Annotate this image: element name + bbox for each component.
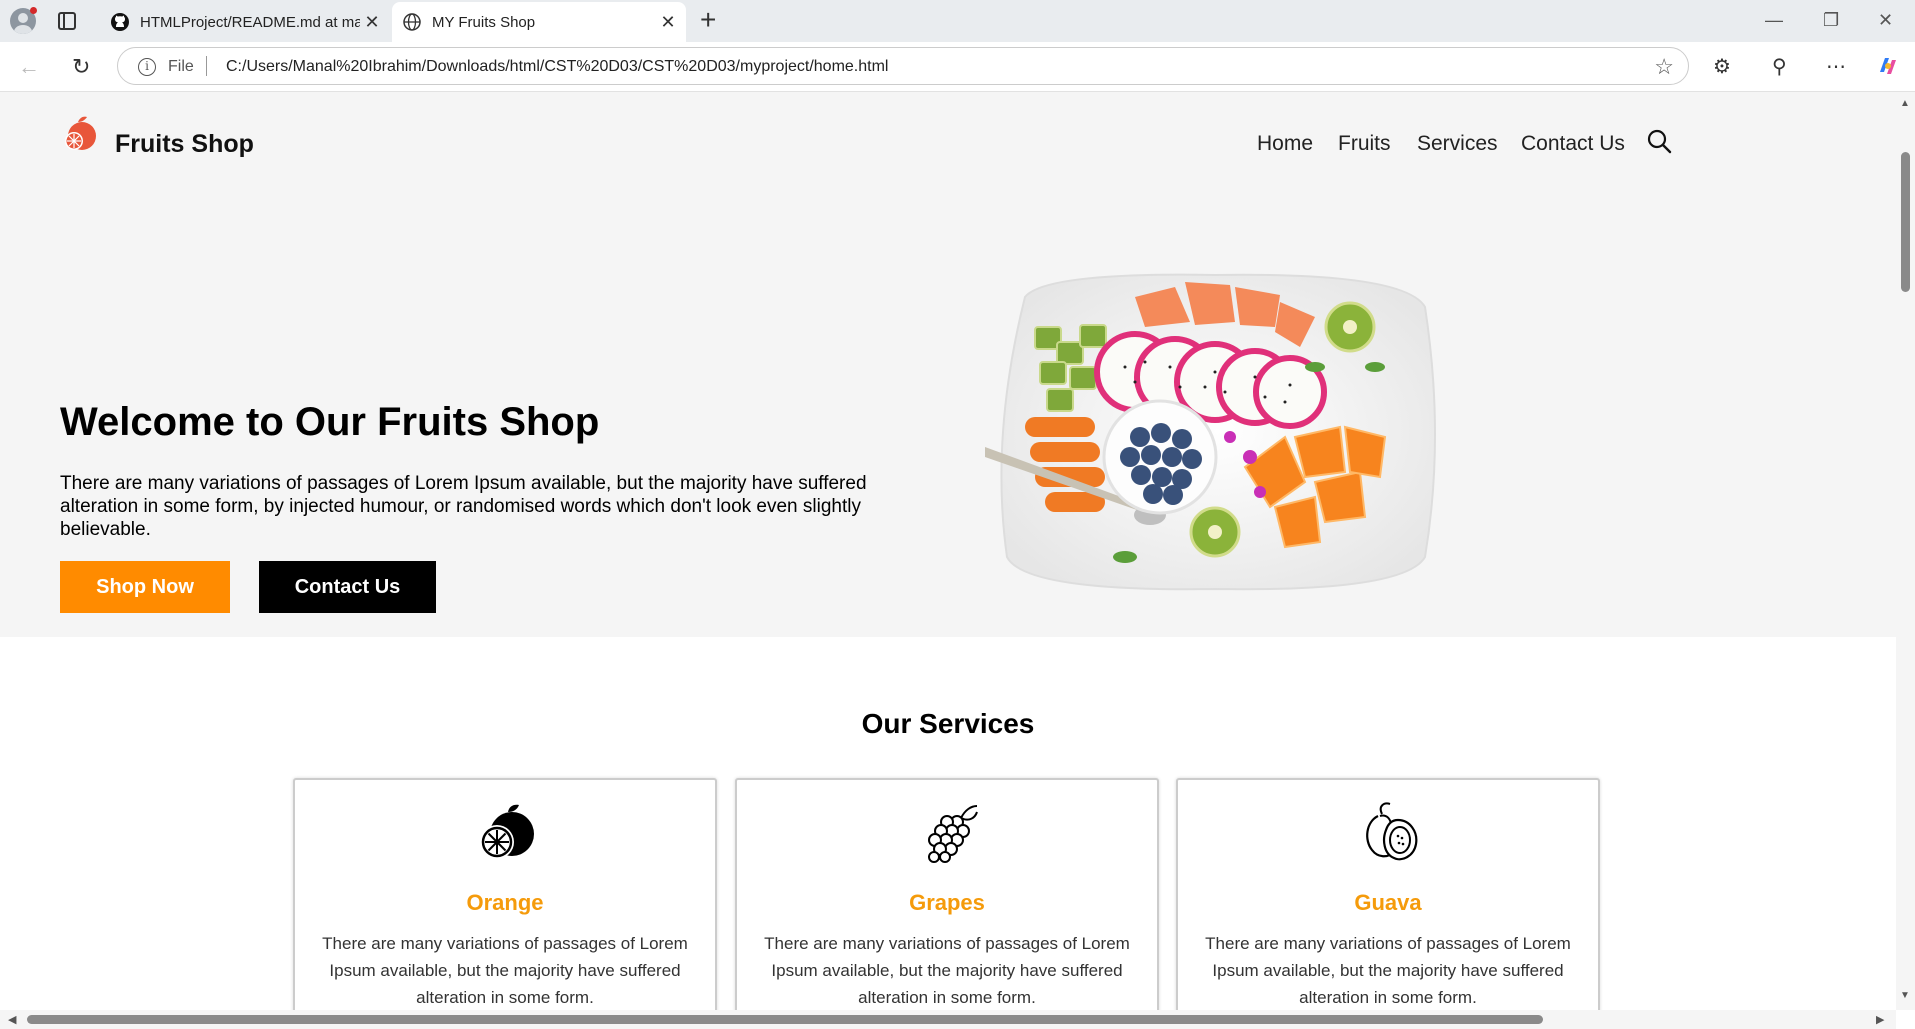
copilot-icon[interactable] xyxy=(1876,54,1900,84)
url-scheme: File xyxy=(168,58,194,75)
nav-link-contact[interactable]: Contact Us xyxy=(1521,132,1625,156)
tab-strip: HTMLProject/README.md at mai ✕ MY Fruits… xyxy=(0,0,1915,42)
tab-title: HTMLProject/README.md at mai xyxy=(140,13,360,31)
browser-toolbar: ← ↻ i File C:/Users/Manal%20Ibrahim/Down… xyxy=(0,42,1915,92)
brand-name[interactable]: Fruits Shop xyxy=(115,130,254,159)
address-bar[interactable]: i File C:/Users/Manal%20Ibrahim/Download… xyxy=(117,47,1689,85)
tab-github-readme[interactable]: HTMLProject/README.md at mai ✕ xyxy=(100,2,390,42)
contact-us-button[interactable]: Contact Us xyxy=(259,561,436,613)
minimize-icon[interactable]: — xyxy=(1765,10,1783,31)
divider xyxy=(206,56,207,76)
nav-link-home[interactable]: Home xyxy=(1257,132,1313,156)
scroll-right-icon[interactable]: ▶ xyxy=(1876,1013,1884,1026)
tab-fruits-shop[interactable]: MY Fruits Shop ✕ xyxy=(392,2,686,42)
page-viewport: Fruits Shop Home Fruits Services Contact… xyxy=(0,92,1896,1010)
globe-icon xyxy=(403,13,421,31)
notification-dot xyxy=(30,7,37,14)
card-title: Grapes xyxy=(909,890,985,915)
hero-description: There are many variations of passages of… xyxy=(60,473,867,540)
card-description: There are many variations of passages of… xyxy=(322,934,688,1007)
hero-title: Welcome to Our Fruits Shop xyxy=(60,400,600,444)
nav-link-fruits[interactable]: Fruits xyxy=(1338,132,1391,156)
service-card-grapes[interactable]: Grapes There are many variations of pass… xyxy=(735,778,1159,1010)
grapes-icon xyxy=(928,805,978,863)
search-icon[interactable] xyxy=(1646,128,1672,154)
restore-icon[interactable]: ❐ xyxy=(1823,10,1839,31)
tab-title: MY Fruits Shop xyxy=(432,13,536,31)
scroll-down-icon[interactable]: ▼ xyxy=(1900,990,1910,1001)
scroll-left-icon[interactable]: ◀ xyxy=(8,1013,16,1026)
horizontal-scroll-thumb[interactable] xyxy=(27,1015,1543,1024)
service-card-guava[interactable]: Guava There are many variations of passa… xyxy=(1176,778,1600,1010)
collections-icon[interactable]: ⚲ xyxy=(1772,54,1787,79)
hero-section: Fruits Shop Home Fruits Services Contact… xyxy=(0,92,1896,637)
back-icon[interactable]: ← xyxy=(18,54,40,80)
scroll-up-icon[interactable]: ▲ xyxy=(1900,98,1910,109)
favorite-star-icon[interactable]: ☆ xyxy=(1654,54,1674,80)
card-description: There are many variations of passages of… xyxy=(764,934,1130,1007)
guava-icon xyxy=(1366,802,1418,861)
vertical-scroll-thumb[interactable] xyxy=(1901,152,1910,292)
service-card-orange[interactable]: Orange There are many variations of pass… xyxy=(293,778,717,1010)
card-title: Guava xyxy=(1354,890,1422,915)
fruit-plate-image xyxy=(985,273,1436,591)
card-title: Orange xyxy=(466,890,544,915)
info-icon[interactable]: i xyxy=(138,58,156,76)
services-heading: Our Services xyxy=(861,708,1035,739)
new-tab-icon[interactable]: + xyxy=(700,6,716,34)
horizontal-scrollbar[interactable]: ◀ ▶ xyxy=(0,1010,1896,1029)
close-window-icon[interactable]: ✕ xyxy=(1878,10,1893,31)
orange-icon xyxy=(480,804,534,859)
url-text[interactable]: C:/Users/Manal%20Ibrahim/Downloads/html/… xyxy=(226,58,888,76)
shop-now-button[interactable]: Shop Now xyxy=(60,561,230,613)
github-icon xyxy=(111,13,129,31)
fruit-logo-icon[interactable] xyxy=(60,114,100,154)
extensions-icon[interactable]: ⚙ xyxy=(1713,54,1731,79)
vertical-scrollbar[interactable]: ▲ ▼ xyxy=(1896,92,1915,1010)
card-description: There are many variations of passages of… xyxy=(1205,934,1571,1007)
nav-link-services[interactable]: Services xyxy=(1417,132,1498,156)
reload-icon[interactable]: ↻ xyxy=(72,54,90,80)
vertical-tabs-icon[interactable] xyxy=(58,12,76,30)
close-tab-icon[interactable]: ✕ xyxy=(656,12,680,33)
more-options-icon[interactable]: ⋯ xyxy=(1826,54,1846,79)
close-tab-icon[interactable]: ✕ xyxy=(360,12,384,33)
